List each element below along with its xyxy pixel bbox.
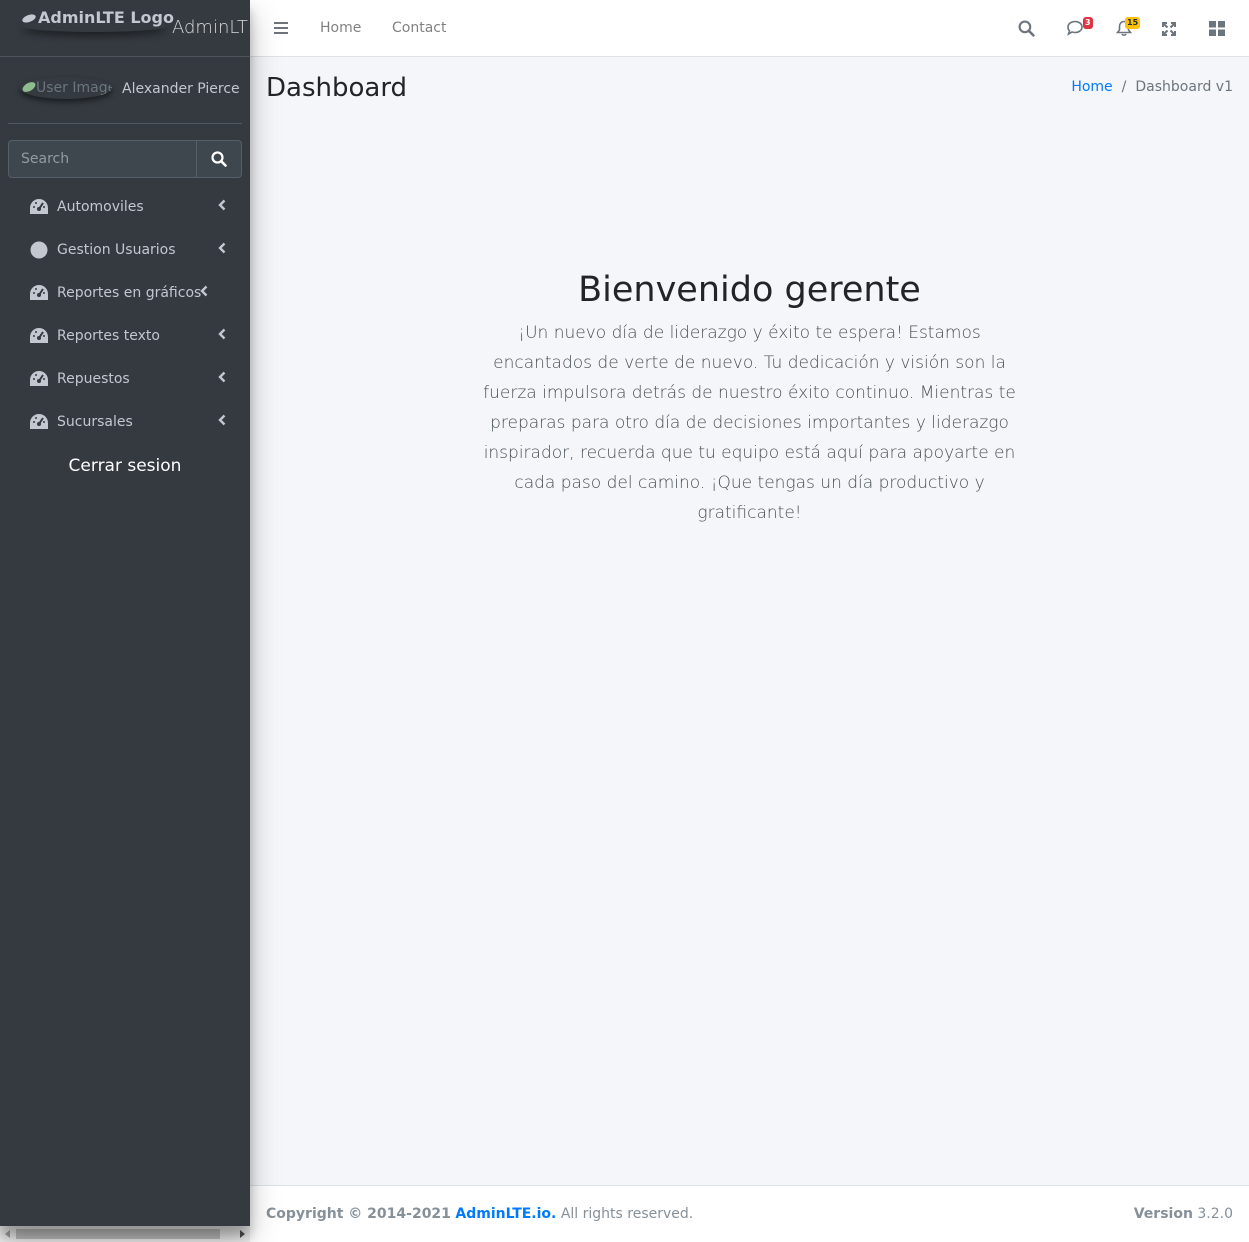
brand-logo-alt-text: AdminLTE Logo: [38, 8, 174, 27]
tachometer-icon: [28, 196, 50, 218]
tachometer-icon: [28, 368, 50, 390]
main-footer: Copyright © 2014-2021 AdminLTE.io. All r…: [250, 1185, 1249, 1242]
version-value: 3.2.0: [1197, 1206, 1233, 1222]
th-large-icon: [1209, 21, 1225, 36]
chevron-left-icon: [218, 199, 226, 215]
nav-link-contact[interactable]: Contact: [392, 20, 446, 36]
scrollbar-thumb[interactable]: [16, 1229, 220, 1239]
tachometer-icon: [28, 282, 50, 304]
user-name-link[interactable]: Alexander Pierce: [122, 81, 240, 97]
sidebar-item-label: Repuestos: [57, 370, 130, 387]
scroll-left-icon[interactable]: [5, 1230, 10, 1238]
welcome-section: Bienvenido gerente ¡Un nuevo día de lide…: [250, 270, 1249, 528]
notifications-badge: 15: [1125, 17, 1141, 29]
sidebar-item-reportes-texto[interactable]: Reportes texto: [8, 314, 242, 357]
footer-version: Version 3.2.0: [1134, 1206, 1233, 1222]
sidebar-item-reportes-graficos[interactable]: Reportes en gráficos: [8, 271, 242, 314]
avatar-alt-text: User Image: [36, 80, 112, 96]
notifications-dropdown[interactable]: 15: [1115, 17, 1141, 41]
nav-link-home[interactable]: Home: [320, 20, 361, 36]
welcome-heading: Bienvenido gerente: [578, 270, 921, 310]
user-panel: User Image Alexander Pierce: [8, 57, 242, 124]
version-label: Version: [1133, 1206, 1193, 1222]
messages-badge: 3: [1083, 17, 1093, 29]
breadcrumb-current: Dashboard v1: [1135, 79, 1233, 95]
brand-logo: AdminLTE Logo: [21, 8, 174, 27]
sidebar-menu: Automoviles Gestion Usuarios Reportes en…: [8, 185, 242, 443]
chevron-left-icon: [218, 371, 226, 387]
broken-image-icon: [20, 80, 38, 94]
broken-image-icon: [21, 12, 37, 25]
sidebar-search: [8, 140, 242, 178]
hamburger-menu-button[interactable]: [273, 20, 289, 40]
fullscreen-button[interactable]: [1162, 21, 1176, 40]
search-input[interactable]: [8, 140, 196, 178]
sidebar-item-label: Reportes en gráficos: [57, 284, 202, 301]
brand-text: AdminLTE 3: [172, 17, 250, 38]
sidebar-item-label: Automoviles: [57, 198, 144, 215]
sidebar-item-automoviles[interactable]: Automoviles: [8, 185, 242, 228]
breadcrumb-home-link[interactable]: Home: [1071, 79, 1112, 95]
sidebar-item-label: Reportes texto: [57, 327, 160, 344]
bars-icon: [274, 22, 288, 34]
scroll-right-icon[interactable]: [240, 1230, 245, 1238]
navbar-search-button[interactable]: [1018, 20, 1035, 41]
sidebar-item-repuestos[interactable]: Repuestos: [8, 357, 242, 400]
chevron-left-icon: [218, 414, 226, 430]
content-header: Dashboard Home / Dashboard v1: [250, 57, 1249, 127]
tachometer-icon: [28, 325, 50, 347]
top-navbar: Home Contact 3 15: [250, 0, 1249, 57]
search-button[interactable]: [196, 140, 242, 178]
control-sidebar-button[interactable]: [1209, 21, 1225, 40]
breadcrumb-separator: /: [1121, 79, 1127, 95]
sidebar-item-gestion-usuarios[interactable]: Gestion Usuarios: [8, 228, 242, 271]
page-title: Dashboard: [266, 73, 408, 103]
logout-button[interactable]: Cerrar sesion: [0, 456, 250, 476]
footer-copyright: Copyright © 2014-2021 AdminLTE.io. All r…: [266, 1206, 693, 1222]
chevron-left-icon: [200, 285, 208, 301]
main-sidebar: AdminLTE Logo AdminLTE 3 User Image Alex…: [0, 0, 250, 1226]
circle-icon: [28, 239, 50, 261]
rights-text: All rights reserved.: [560, 1206, 694, 1222]
copyright-text: Copyright © 2014-2021: [266, 1206, 451, 1222]
search-icon: [1018, 20, 1035, 37]
messages-dropdown[interactable]: 3: [1066, 17, 1093, 41]
expand-arrows-icon: [1162, 22, 1176, 36]
tachometer-icon: [28, 411, 50, 433]
search-icon: [211, 151, 227, 167]
chevron-left-icon: [218, 242, 226, 258]
breadcrumb: Home / Dashboard v1: [1071, 79, 1233, 95]
footer-site-link[interactable]: AdminLTE.io.: [455, 1206, 556, 1222]
welcome-message: ¡Un nuevo día de liderazgo y éxito te es…: [483, 323, 1016, 523]
sidebar-item-sucursales[interactable]: Sucursales: [8, 400, 242, 443]
sidebar-item-label: Gestion Usuarios: [57, 241, 176, 258]
chevron-left-icon: [218, 328, 226, 344]
horizontal-scrollbar[interactable]: [0, 1226, 250, 1242]
avatar: User Image: [20, 77, 112, 99]
sidebar-item-label: Sucursales: [57, 413, 133, 430]
brand-link[interactable]: AdminLTE Logo AdminLTE 3: [0, 0, 250, 57]
